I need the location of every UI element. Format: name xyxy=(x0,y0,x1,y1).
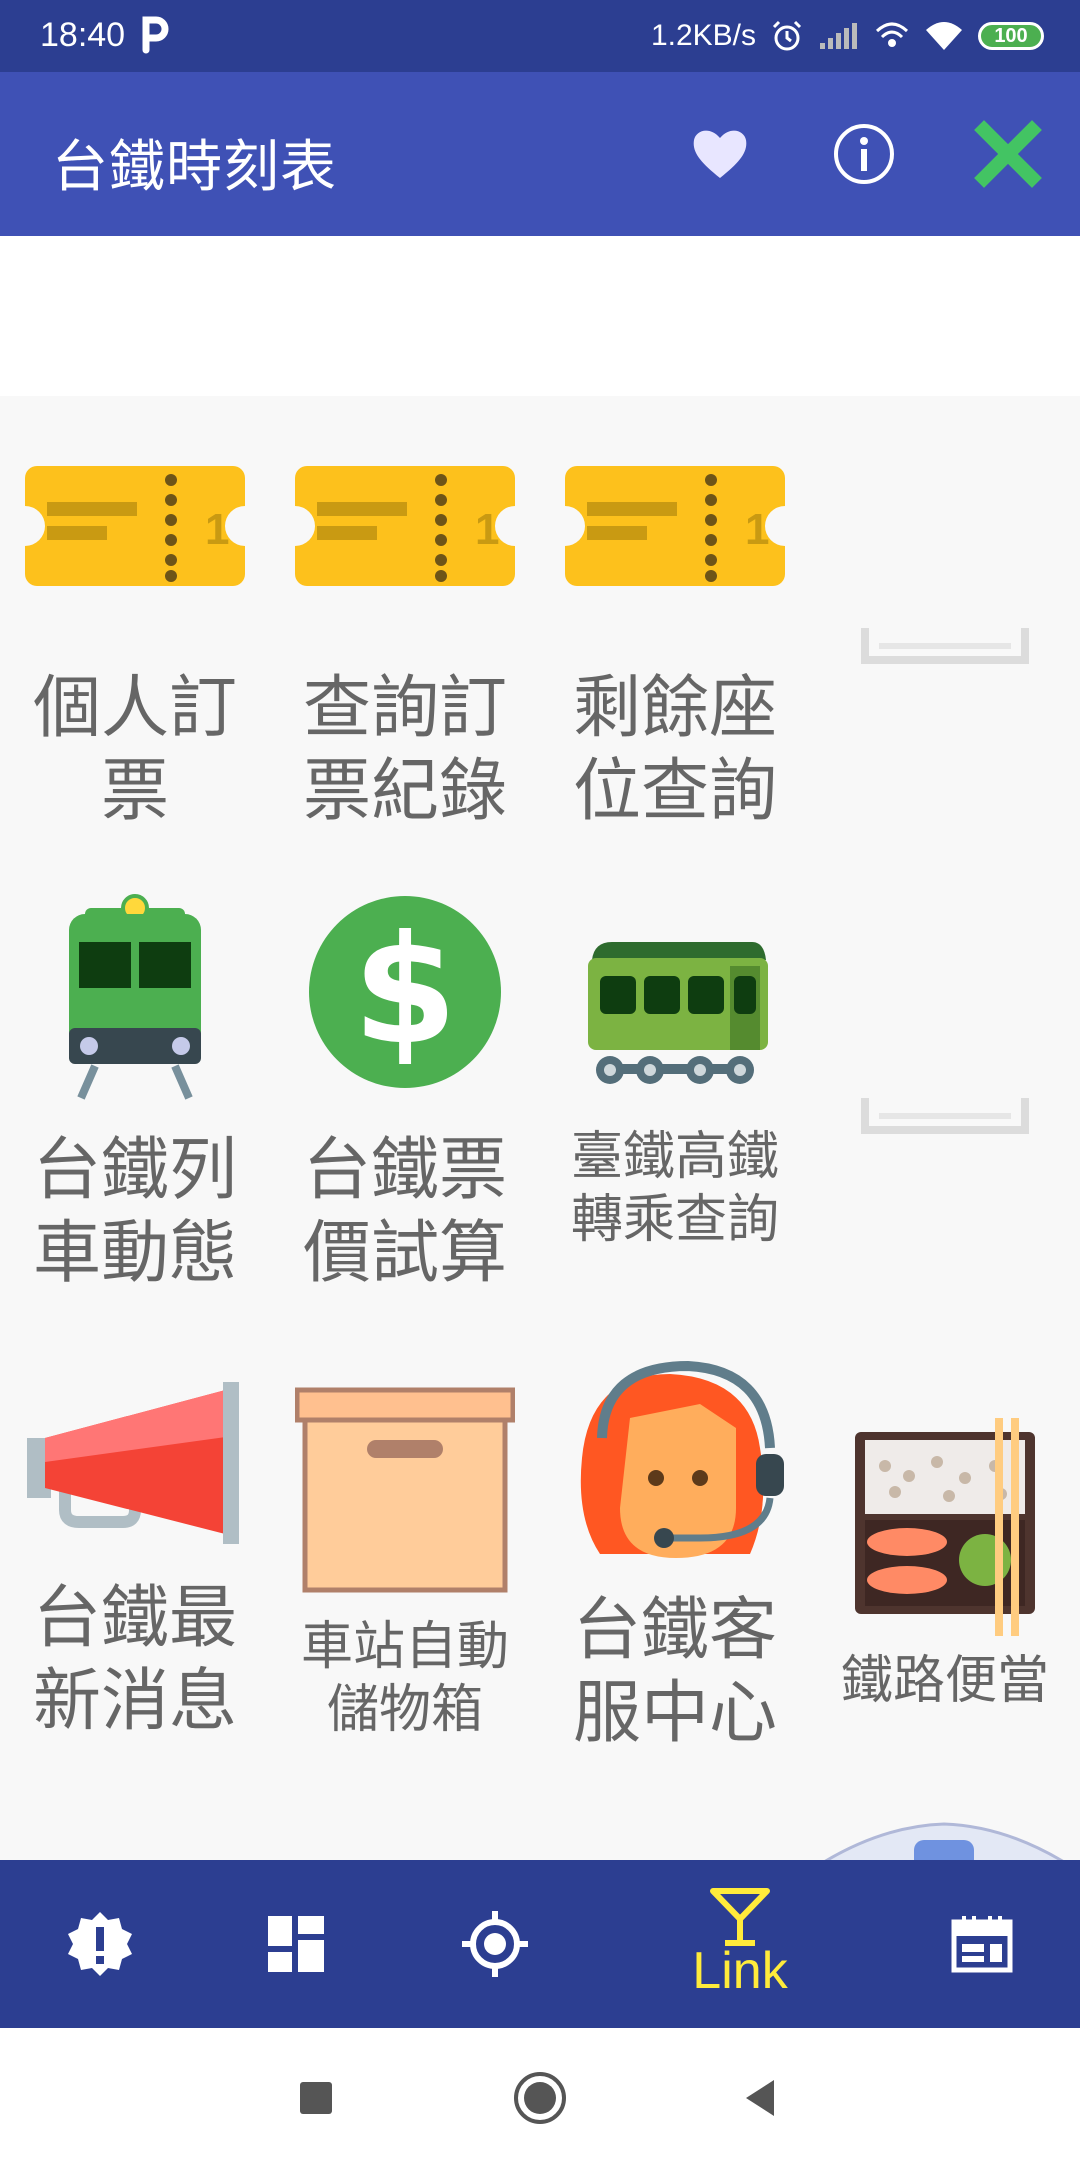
tile-latest-news[interactable]: 台鐵最 新消息 xyxy=(0,1376,270,1744)
customer-service-icon xyxy=(580,1360,784,1558)
tile-locker[interactable]: 車站自動 儲物箱 xyxy=(270,1386,540,1743)
ticket-icon: 1 xyxy=(295,466,515,586)
nav-dashboard[interactable] xyxy=(216,1860,376,2028)
signal-icon xyxy=(820,23,857,49)
tile-label-line1: 臺鐵高鐵 xyxy=(570,1127,779,1187)
favorite-button[interactable] xyxy=(678,112,762,196)
tile-label-line1: 鐵路便當 xyxy=(840,1651,1049,1711)
close-icon xyxy=(974,120,1042,188)
railcar-icon xyxy=(588,942,768,1084)
alarm-icon xyxy=(772,20,802,51)
parking-app-icon xyxy=(142,16,169,54)
tile-booking-record[interactable]: 1 查詢訂 票紀錄 xyxy=(270,456,540,834)
home-button[interactable] xyxy=(500,2058,580,2138)
tile-remaining-seats[interactable]: 1 剩餘座 位查詢 xyxy=(540,456,810,834)
recents-icon xyxy=(300,2082,332,2114)
svg-text:1: 1 xyxy=(745,505,769,554)
calendar-icon xyxy=(951,1916,1013,1973)
tile-train-status[interactable]: 台鐵列 車動態 xyxy=(0,888,270,1296)
tile-label-line2: 服中心 xyxy=(572,1673,777,1753)
tile-label-line1: 查詢訂 xyxy=(302,669,507,748)
location-target-icon xyxy=(462,1911,528,1977)
feature-grid: 1 個人訂 票 1 查詢訂 票紀錄 1 剩餘座 位查詢 台鐵列 車動態 $ 台鐵… xyxy=(0,396,1080,1860)
tile-personal-booking[interactable]: 1 個人訂 票 xyxy=(0,456,270,834)
system-navigation xyxy=(0,2028,1080,2160)
nav-location[interactable] xyxy=(415,1860,575,2028)
tile-hsr-transfer[interactable]: 臺鐵高鐵 轉乘查詢 xyxy=(540,936,810,1253)
close-button[interactable] xyxy=(966,112,1050,196)
tile-label-line1: 台鐵票 xyxy=(302,1131,507,1210)
tile-label-line2: 票紀錄 xyxy=(302,751,507,831)
tile-customer-service[interactable]: 台鐵客 服中心 xyxy=(540,1358,810,1756)
tile-label-line1: 台鐵最 xyxy=(32,1579,237,1658)
battery-level: 100 xyxy=(994,24,1028,47)
tile-label-line2: 票 xyxy=(100,751,169,831)
tile-label-line1: 剩餘座 xyxy=(572,669,777,748)
nav-calendar[interactable] xyxy=(902,1860,1062,2028)
dashboard-icon xyxy=(268,1916,324,1972)
tile-label-line1: 台鐵客 xyxy=(572,1591,777,1670)
tile-label-line1: 台鐵列 xyxy=(32,1131,237,1210)
tile-placeholder[interactable] xyxy=(810,1086,1080,1146)
status-right-group: 1.2KB/s 100 xyxy=(651,12,1044,60)
back-button[interactable] xyxy=(720,2058,800,2138)
tile-railway-bento[interactable]: 鐵路便當 xyxy=(810,1416,1080,1713)
info-button[interactable] xyxy=(822,112,906,196)
svg-text:1: 1 xyxy=(205,505,229,554)
tile-fare-calculator[interactable]: $ 台鐵票 價試算 xyxy=(270,892,540,1296)
app-bar: 台鐵時刻表 xyxy=(0,72,1080,236)
battery-icon: 100 xyxy=(978,22,1044,50)
tile-placeholder[interactable] xyxy=(810,616,1080,676)
info-icon xyxy=(834,124,894,184)
tile-label-line1: 車站自動 xyxy=(300,1617,509,1677)
recents-button[interactable] xyxy=(276,2058,356,2138)
ad-space xyxy=(0,236,1080,396)
back-icon xyxy=(746,2080,774,2116)
nav-link[interactable]: Link xyxy=(660,1860,820,2028)
svg-text:1: 1 xyxy=(475,505,499,554)
ticket-icon: 1 xyxy=(25,466,245,586)
tile-label-line2: 價試算 xyxy=(302,1213,507,1293)
heart-icon xyxy=(693,130,747,178)
network-speed: 1.2KB/s xyxy=(650,19,756,52)
wifi-icon xyxy=(926,22,962,50)
svg-text:$: $ xyxy=(353,904,457,1078)
dollar-icon: $ xyxy=(309,896,501,1088)
nav-link-label: Link xyxy=(692,1942,788,2000)
bento-icon xyxy=(855,1418,1035,1636)
tile-label-line2: 新消息 xyxy=(32,1661,237,1741)
nav-alerts[interactable] xyxy=(20,1860,180,2028)
megaphone-icon xyxy=(27,1382,239,1544)
next-row-icon-peek xyxy=(824,1822,1064,1860)
home-icon xyxy=(514,2072,566,2124)
placeholder-icon xyxy=(861,628,1029,664)
tile-label-line2: 轉乘查詢 xyxy=(570,1190,779,1251)
status-time: 18:40 xyxy=(40,16,126,54)
hotspot-icon xyxy=(875,22,909,47)
page-title: 台鐵時刻表 xyxy=(52,135,337,200)
box-icon xyxy=(295,1387,515,1593)
tile-label-line2: 儲物箱 xyxy=(326,1680,483,1741)
placeholder-icon xyxy=(861,1098,1029,1134)
tile-label-line1: 個人訂 xyxy=(32,669,237,748)
cocktail-icon xyxy=(710,1888,770,1946)
ticket-icon: 1 xyxy=(565,466,785,586)
status-bar: 18:40 1.2KB/s 100 xyxy=(0,0,1080,72)
tile-label-line2: 車動態 xyxy=(32,1213,237,1293)
tile-label-line2: 位查詢 xyxy=(572,751,777,831)
train-icon xyxy=(69,894,201,1100)
bottom-navigation: Link xyxy=(0,1860,1080,2028)
alert-badge-icon xyxy=(68,1912,132,1976)
